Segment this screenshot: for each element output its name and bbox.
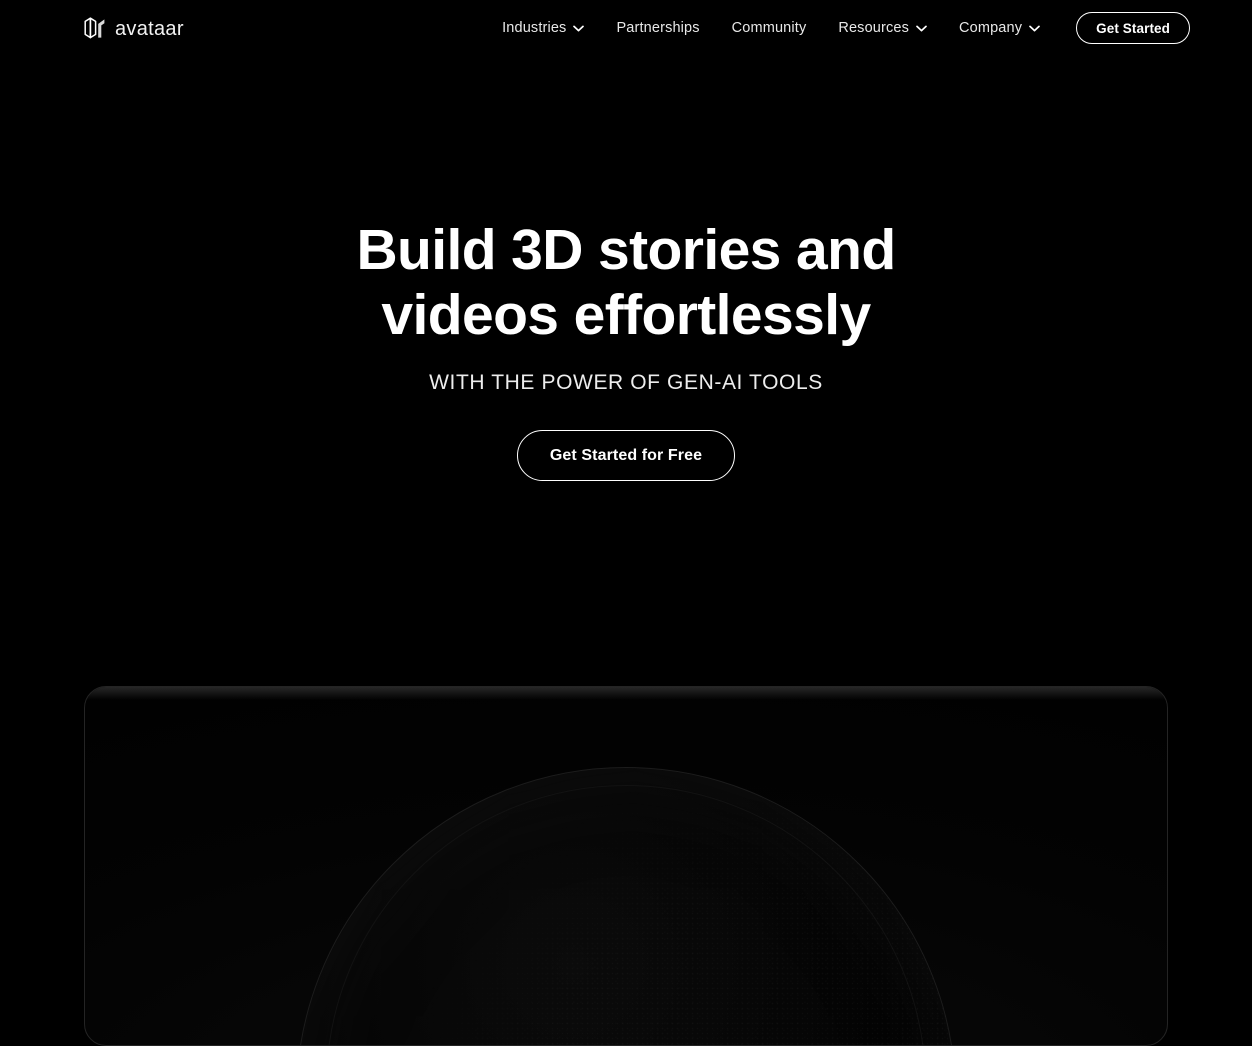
nav-item-industries[interactable]: Industries (486, 0, 600, 56)
sphere-speckle-texture (296, 767, 956, 1045)
page-title-line-2: videos effortlessly (381, 283, 871, 347)
avataar-logo-icon (82, 15, 108, 41)
nav-item-label: Company (959, 20, 1023, 36)
chevron-down-icon (1029, 25, 1040, 31)
nav-item-label: Community (731, 20, 807, 36)
nav-item-label: Resources (838, 20, 910, 36)
page-subtitle: WITH THE POWER OF GEN-AI TOOLS (429, 371, 823, 394)
card-top-glow (85, 687, 1167, 700)
get-started-for-free-button[interactable]: Get Started for Free (516, 430, 736, 481)
nav-item-company[interactable]: Company (943, 0, 1056, 56)
chevron-down-icon (916, 25, 927, 31)
primary-navigation: Industries Partnerships Community Resour… (486, 0, 1190, 56)
brand-name: avataar (115, 18, 184, 40)
page-title: Build 3D stories and videos effortlessly (0, 218, 1252, 348)
chevron-down-icon (573, 25, 585, 31)
nav-item-resources[interactable]: Resources (822, 0, 943, 56)
get-started-button[interactable]: Get Started (1076, 12, 1190, 44)
nav-item-community[interactable]: Community (716, 0, 823, 56)
brand-logo-link[interactable]: avataar (82, 15, 184, 41)
hero-cta-container: Get Started for Free (0, 430, 1252, 481)
showcase-card[interactable] (84, 686, 1168, 1046)
nav-item-partnerships[interactable]: Partnerships (600, 0, 715, 56)
nav-item-label: Industries (502, 20, 567, 36)
hero-section: Build 3D stories and videos effortlessly… (0, 0, 1252, 686)
nav-item-label: Partnerships (616, 20, 700, 36)
page-title-line-1: Build 3D stories and (356, 218, 896, 282)
site-header: avataar Industries Partnerships Communit… (0, 0, 1252, 56)
